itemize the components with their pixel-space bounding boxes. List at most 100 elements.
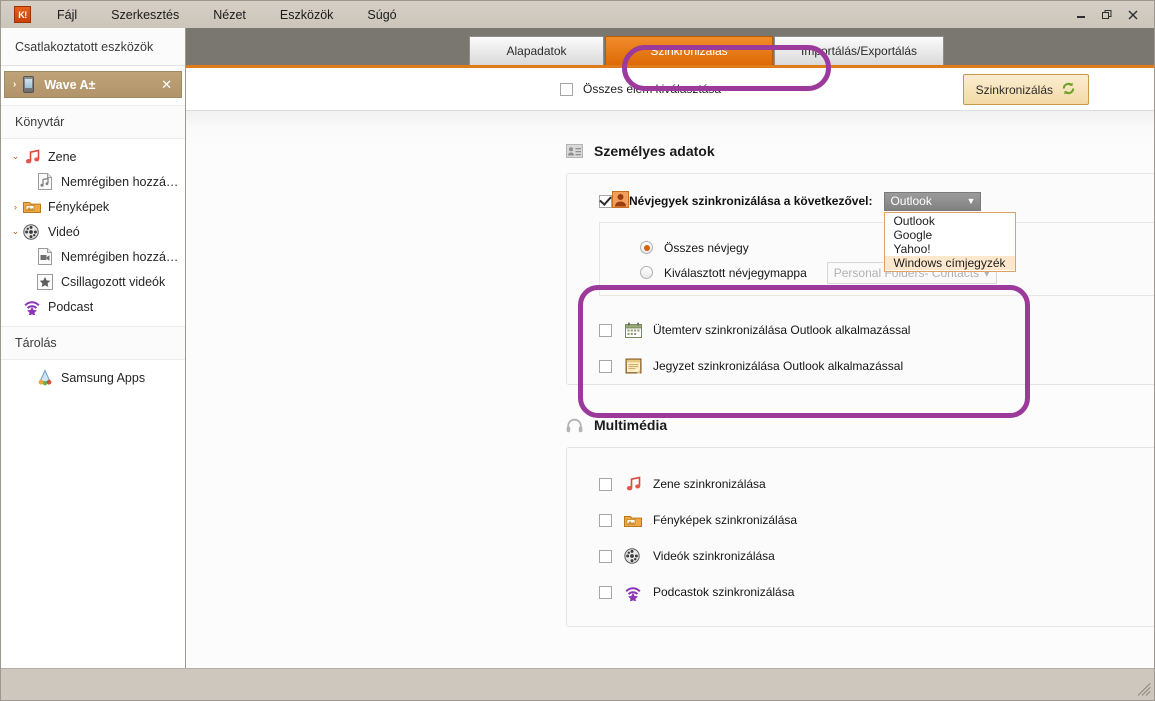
sidebar-item-label: Samsung Apps xyxy=(61,370,146,385)
note-icon xyxy=(623,357,643,375)
music-note-icon xyxy=(22,148,42,166)
podcast-icon xyxy=(22,298,42,316)
application-window: K! Fájl Szerkesztés Nézet Eszközök Súgó Csat… xyxy=(0,0,1155,701)
contact-card-icon xyxy=(566,144,583,158)
sidebar-header: Csatlakoztatott eszközök xyxy=(1,28,185,66)
multimedia-panel: Zene szinkronizálása Fényképek szinkroniz… xyxy=(566,447,1154,627)
select-all-checkbox[interactable] xyxy=(560,82,573,96)
contact-avatar-icon xyxy=(612,191,629,211)
chevron-down-icon[interactable]: ⌄ xyxy=(9,226,22,237)
phone-icon xyxy=(23,76,35,93)
title-menu-bar: K! Fájl Szerkesztés Nézet Eszközök Súgó xyxy=(1,1,1154,28)
contacts-source-combo-button[interactable]: Outlook ▼ xyxy=(884,191,982,211)
sync-videos-checkbox[interactable] xyxy=(599,549,612,563)
sync-photos-label: Fényképek szinkronizálása xyxy=(653,513,798,527)
dropdown-option-outlook[interactable]: Outlook xyxy=(885,214,1015,228)
contacts-source-dropdown-list[interactable]: Outlook Google Yahoo! Windows címjegyzék xyxy=(884,211,1017,272)
section-header-multimedia: Multimédia xyxy=(566,417,1154,433)
section-title: Személyes adatok xyxy=(594,143,715,159)
sidebar-item-podcast[interactable]: Podcast xyxy=(1,294,185,319)
dropdown-option-yahoo[interactable]: Yahoo! xyxy=(885,242,1015,256)
section-title: Multimédia xyxy=(594,417,668,433)
sidebar-item-vide[interactable]: ⌄ Videó xyxy=(1,219,185,244)
content-area: Alapadatok Szinkronizálás Importálás/Expor… xyxy=(186,28,1154,668)
contacts-scope-subpanel: Összes névjegy Kiválasztott névjegymappa… xyxy=(599,222,1154,296)
sync-note-checkbox[interactable] xyxy=(599,359,612,373)
sync-button-label: Szinkronizálás xyxy=(975,82,1053,97)
contacts-sync-label: Névjegyek szinkronizálása a következővel… xyxy=(629,194,873,208)
sidebar-item-label: Videó xyxy=(48,224,80,239)
sync-videos-row[interactable]: Videók szinkronizálása xyxy=(567,538,1154,574)
sync-photos-row[interactable]: Fényképek szinkronizálása xyxy=(567,502,1154,538)
refresh-icon xyxy=(1061,81,1076,99)
tab-szinkronizls[interactable]: Szinkronizálás xyxy=(605,36,773,65)
sidebar-item-label: Fényképek xyxy=(48,199,110,214)
resize-grip[interactable] xyxy=(1137,682,1151,697)
film-reel-icon xyxy=(22,223,42,241)
podcast-icon xyxy=(623,583,643,601)
sidebar-item-nemrgibenhozz[interactable]: Nemrégiben hozzá… xyxy=(1,169,185,194)
headphones-icon xyxy=(566,418,583,433)
menu-item-sg[interactable]: Súgó xyxy=(355,5,408,25)
chevron-down-icon[interactable]: ⌄ xyxy=(9,151,22,162)
recent-music-icon xyxy=(35,173,55,191)
personal-other-rows: Ütemterv szinkronizálása Outlook alkalma… xyxy=(567,312,1154,384)
dropdown-option-windowscmjegyzk[interactable]: Windows címjegyzék xyxy=(885,255,1016,270)
sidebar-item-csillagozottvi[interactable]: Csillagozott videók xyxy=(1,269,185,294)
sidebar-device-item[interactable]: › Wave A± ✕ xyxy=(4,71,182,98)
status-bar xyxy=(1,668,1154,700)
sync-button[interactable]: Szinkronizálás xyxy=(962,74,1089,105)
sidebar-item-fnykpek[interactable]: › Fényképek xyxy=(1,194,185,219)
tab-alapadatok[interactable]: Alapadatok xyxy=(469,36,604,65)
chevron-down-icon: ▼ xyxy=(966,196,976,206)
device-close-icon[interactable]: ✕ xyxy=(161,77,172,93)
menu-item-fjl[interactable]: Fájl xyxy=(45,5,89,25)
sidebar-item-nemrgibenhozz[interactable]: Nemrégiben hozzá… xyxy=(1,244,185,269)
contacts-sync-block: Névjegyek szinkronizálása a következővel… xyxy=(567,174,1154,312)
sidebar-item-label: Csillagozott videók xyxy=(61,274,166,289)
tab-importlsexportls[interactable]: Importálás/Exportálás xyxy=(774,36,945,65)
settings-scroll-area[interactable]: Személyes adatok Névjegyek szinkronizálá… xyxy=(186,111,1154,668)
app-logo-icon: K! xyxy=(14,6,31,23)
contacts-source-value: Outlook xyxy=(890,194,932,208)
menu-item-szerkeszts[interactable]: Szerkesztés xyxy=(99,5,191,25)
sidebar-item-label: Nemrégiben hozzá… xyxy=(61,174,179,189)
maximize-restore-button[interactable] xyxy=(1094,4,1120,26)
photos-folder-icon xyxy=(623,511,643,529)
minimize-button[interactable] xyxy=(1068,4,1094,26)
sync-photos-checkbox[interactable] xyxy=(599,513,612,527)
sidebar: Csatlakoztatott eszközök › Wave A± ✕ Kön… xyxy=(1,28,186,668)
radio-selected-folder[interactable] xyxy=(640,266,653,279)
sync-music-checkbox[interactable] xyxy=(599,477,612,491)
tab-strip: Alapadatok Szinkronizálás Importálás/Expor… xyxy=(186,28,1154,68)
sync-note-row[interactable]: Jegyzet szinkronizálása Outlook alkalmaz… xyxy=(567,348,1154,384)
sidebar-item-zene[interactable]: ⌄ Zene xyxy=(1,144,185,169)
contacts-source-combo[interactable]: Outlook ▼ Outlook Google Yahoo! Windows cím… xyxy=(884,191,1017,272)
multimedia-rows: Zene szinkronizálása Fényképek szinkroniz… xyxy=(567,466,1154,610)
sync-videos-label: Videók szinkronizálása xyxy=(653,549,775,563)
samsung-apps-icon xyxy=(35,369,55,387)
close-button[interactable] xyxy=(1120,4,1146,26)
menu-item-eszkzk[interactable]: Eszközök xyxy=(268,5,346,25)
contacts-sync-row: Névjegyek szinkronizálása a következővel… xyxy=(567,188,1154,272)
star-icon xyxy=(35,273,55,291)
sidebar-item-samsung-apps[interactable]: Samsung Apps xyxy=(1,365,185,390)
music-note-icon xyxy=(623,475,643,493)
contacts-sync-checkbox[interactable] xyxy=(599,194,612,208)
radio-selected-folder-label: Kiválasztott névjegymappa xyxy=(664,265,807,280)
chevron-right-icon[interactable]: › xyxy=(13,79,16,90)
chevron-right-icon[interactable]: › xyxy=(9,202,22,212)
calendar-icon xyxy=(623,321,643,339)
sync-podcasts-checkbox[interactable] xyxy=(599,585,612,599)
radio-all-contacts[interactable] xyxy=(640,241,653,254)
dropdown-option-google[interactable]: Google xyxy=(885,228,1015,242)
sidebar-section-library: Könyvtár xyxy=(1,105,185,139)
sync-music-row[interactable]: Zene szinkronizálása xyxy=(567,466,1154,502)
sync-schedule-row[interactable]: Ütemterv szinkronizálása Outlook alkalma… xyxy=(567,312,1154,348)
sidebar-library-list: ⌄ Zene Nemrégiben hozzá… › Fényképek ⌄ Videó Ne… xyxy=(1,139,185,319)
section-header-personal-data: Személyes adatok xyxy=(566,143,1154,159)
sync-schedule-checkbox[interactable] xyxy=(599,323,612,337)
sync-podcasts-row[interactable]: Podcastok szinkronizálása xyxy=(567,574,1154,610)
select-all-bar: Összes elem kiválasztása Szinkronizálás xyxy=(186,68,1154,111)
menu-item-nzet[interactable]: Nézet xyxy=(201,5,258,25)
